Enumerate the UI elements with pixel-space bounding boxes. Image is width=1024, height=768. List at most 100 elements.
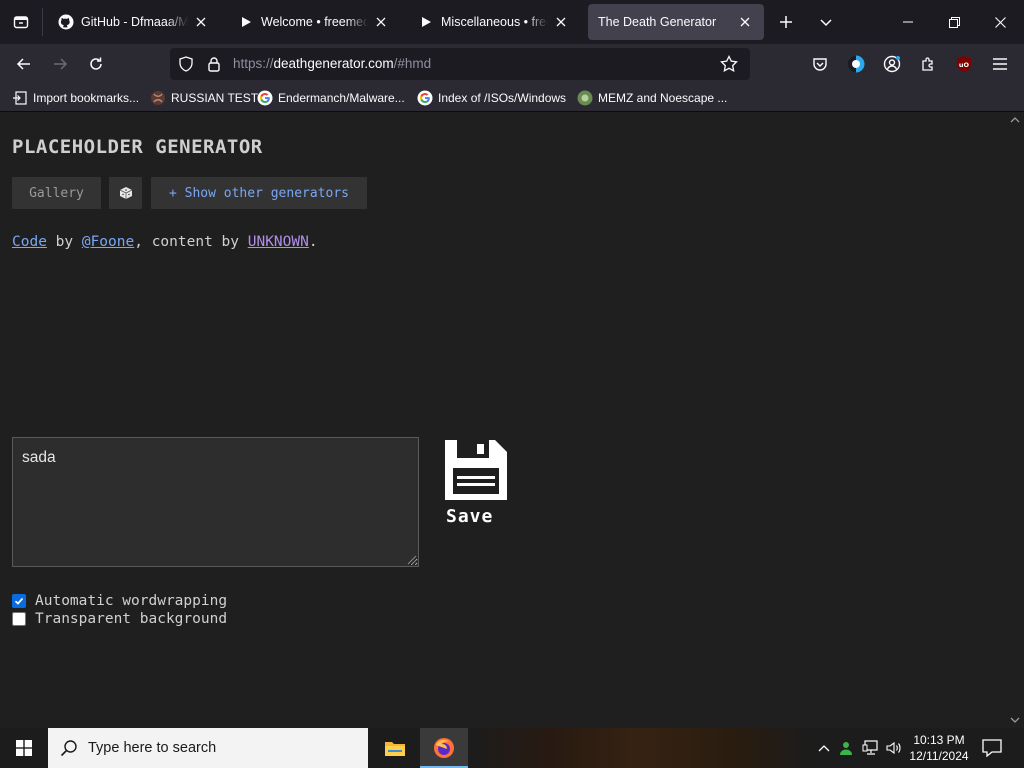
transparent-bg-checkbox[interactable]: [12, 612, 26, 626]
file-explorer-button[interactable]: [371, 728, 419, 768]
google-icon: [257, 90, 273, 106]
firefox-taskbar-button[interactable]: [420, 728, 468, 768]
url-host: deathgenerator.com: [273, 56, 394, 71]
bookmark-import[interactable]: Import bookmarks...: [12, 89, 139, 107]
url-text[interactable]: https://deathgenerator.com/#hmd: [233, 56, 431, 71]
ublock-origin-icon: uO: [957, 56, 971, 72]
taskbar-search-box[interactable]: Type here to search: [48, 728, 368, 768]
bookmark-endermanch[interactable]: Endermanch/Malware...: [257, 89, 405, 107]
close-window-button[interactable]: [977, 0, 1023, 44]
extensions-button[interactable]: [912, 48, 944, 80]
close-tab-icon[interactable]: [736, 13, 754, 31]
show-hidden-icons-button[interactable]: [814, 738, 834, 758]
bookmark-label: MEMZ and Noescape ...: [598, 91, 728, 105]
tab-overview-button[interactable]: [0, 0, 42, 44]
resize-grip-icon[interactable]: [405, 553, 417, 565]
bookmark-russian-test[interactable]: RUSSIAN TEST: [150, 89, 258, 107]
bookmark-index-isos[interactable]: Index of /ISOs/Windows: [417, 89, 566, 107]
author-link[interactable]: @Foone: [82, 234, 134, 250]
search-icon: [60, 740, 77, 757]
bookmark-label: Import bookmarks...: [33, 91, 140, 105]
close-tab-icon[interactable]: [372, 13, 390, 31]
pocket-button[interactable]: [804, 48, 836, 80]
tab-title: GitHub - Dfmaaa/MEMZ: [81, 15, 188, 29]
close-tab-icon[interactable]: [552, 13, 570, 31]
tab-title: Miscellaneous • freemediaheckyeah: [441, 15, 548, 29]
bookmark-star-icon[interactable]: [720, 55, 738, 73]
minimize-icon: [903, 21, 913, 23]
scroll-down-arrow-icon[interactable]: [1010, 716, 1020, 724]
credits-content-by: , content by: [134, 234, 248, 250]
restore-button[interactable]: [931, 0, 977, 44]
save-label[interactable]: Save: [446, 506, 493, 527]
account-button[interactable]: [876, 48, 908, 80]
url-path: /#hmd: [393, 56, 432, 71]
list-all-tabs-button[interactable]: [808, 4, 844, 40]
start-button[interactable]: [0, 728, 48, 768]
new-tab-button[interactable]: [768, 4, 804, 40]
credits-by: by: [46, 234, 82, 250]
clock-date: 12/11/2024: [909, 749, 969, 763]
folder-icon: [385, 742, 405, 756]
close-tab-icon[interactable]: [192, 13, 210, 31]
site-icon: [150, 90, 166, 106]
lock-icon[interactable]: [206, 56, 222, 72]
url-scheme: https://: [233, 56, 274, 71]
tab-divider: [42, 8, 43, 36]
arrow-right-icon: [54, 58, 68, 70]
play-icon: [418, 14, 434, 30]
tab-github[interactable]: GitHub - Dfmaaa/MEMZ: [48, 4, 220, 40]
dark-reader-button[interactable]: [840, 48, 872, 80]
text-input[interactable]: sada: [12, 437, 419, 567]
checkmark-icon: [14, 597, 24, 605]
credits-line: Code by @Foone, content by UNKNOWN.: [12, 234, 318, 250]
option-wordwrap[interactable]: Automatic wordwrapping: [12, 593, 227, 609]
forward-button[interactable]: [44, 48, 76, 80]
tab-title: The Death Generator: [598, 15, 717, 29]
tab-strip: GitHub - Dfmaaa/MEMZ Welcome • freemedia…: [0, 0, 1024, 44]
ublock-button[interactable]: uO: [948, 48, 980, 80]
network-tray-button[interactable]: [861, 738, 881, 758]
bookmark-memz-noescape[interactable]: MEMZ and Noescape ...: [577, 89, 727, 107]
code-link[interactable]: Code: [12, 234, 47, 250]
gallery-button[interactable]: Gallery: [12, 177, 101, 209]
page-title: PLACEHOLDER GENERATOR: [12, 136, 263, 158]
random-button[interactable]: [109, 177, 142, 209]
dark-reader-icon: [847, 55, 865, 73]
navigation-toolbar: https://deathgenerator.com/#hmd uO: [0, 44, 1024, 84]
clock-time: 10:13 PM: [913, 733, 965, 747]
wallpaper-peek: [470, 728, 810, 768]
url-bar[interactable]: https://deathgenerator.com/#hmd: [170, 48, 750, 80]
option-transparent-bg[interactable]: Transparent background: [12, 611, 227, 627]
notifications-icon[interactable]: [980, 736, 1004, 760]
svg-text:uO: uO: [959, 61, 970, 69]
scroll-up-arrow-icon[interactable]: [1010, 116, 1020, 124]
arrow-left-icon: [16, 58, 30, 70]
app-menu-button[interactable]: [984, 48, 1016, 80]
github-icon: [58, 14, 74, 30]
credits-end: .: [308, 234, 318, 250]
tab-death-generator[interactable]: The Death Generator: [588, 4, 764, 40]
people-tray-button[interactable]: [837, 738, 857, 758]
google-icon: [417, 90, 433, 106]
import-icon: [12, 90, 28, 106]
content-author-link[interactable]: UNKNOWN: [248, 234, 309, 250]
show-other-generators-button[interactable]: + Show other generators: [151, 177, 367, 209]
tab-welcome[interactable]: Welcome • freemediaheckyeah: [228, 4, 400, 40]
speaker-icon: [886, 741, 901, 755]
volume-tray-button[interactable]: [884, 738, 904, 758]
play-icon: [238, 14, 254, 30]
wordwrap-checkbox[interactable]: [12, 594, 26, 608]
minimize-button[interactable]: [885, 0, 931, 44]
site-icon: [577, 90, 593, 106]
reload-button[interactable]: [80, 48, 112, 80]
option-label: Transparent background: [35, 611, 228, 627]
reload-icon: [90, 57, 102, 70]
account-icon: [883, 55, 901, 73]
tracking-protection-shield-icon[interactable]: [178, 56, 194, 72]
tab-miscellaneous[interactable]: Miscellaneous • freemediaheckyeah: [408, 4, 580, 40]
firefox-icon: [434, 738, 454, 758]
plus-icon: [780, 16, 792, 28]
taskbar-clock[interactable]: 10:13 PM 12/11/2024: [903, 732, 975, 764]
back-button[interactable]: [8, 48, 40, 80]
